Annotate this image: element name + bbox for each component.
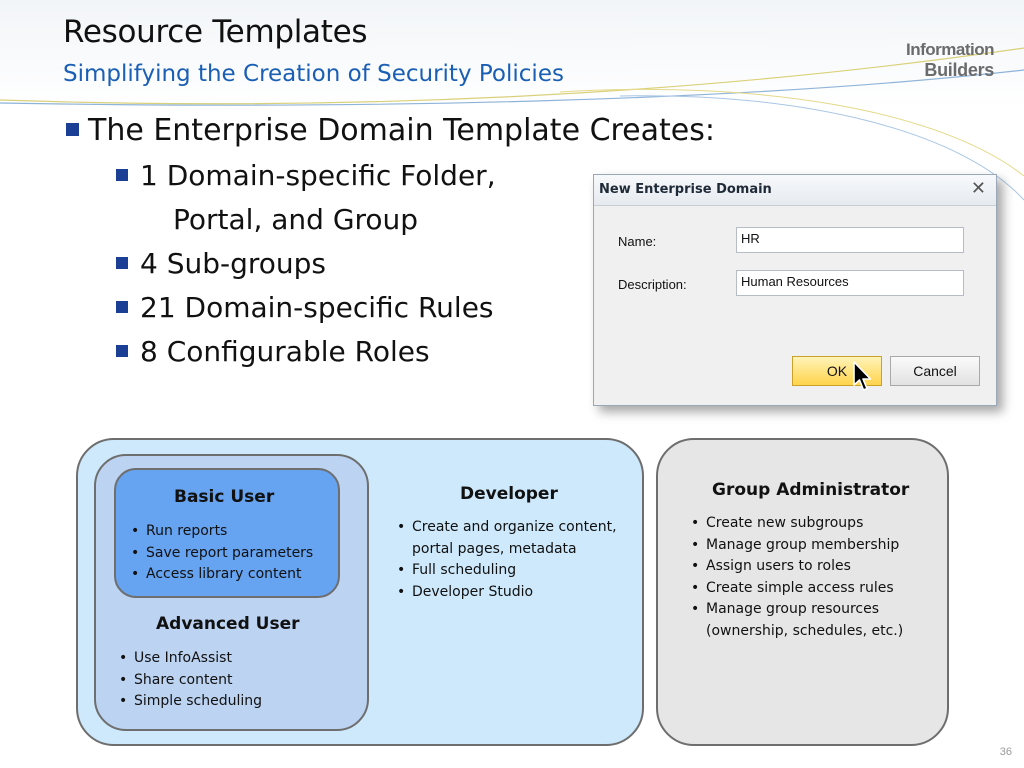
slide-title: Resource Templates — [63, 14, 368, 50]
bullet-square-icon — [116, 345, 128, 357]
bullet-item-text: 4 Sub-groups — [140, 247, 327, 280]
bullet-item-text: 8 Configurable Roles — [140, 335, 430, 368]
name-input[interactable]: HR — [736, 227, 964, 253]
bullet-square-icon — [116, 169, 128, 181]
dialog-title: New Enterprise Domain — [599, 182, 772, 197]
list-item: Developer Studio — [396, 582, 617, 604]
group-administrator-role-box: Group Administrator Create new subgroups… — [656, 438, 949, 746]
bullet-square-icon — [116, 257, 128, 269]
group-administrator-permission-list: Create new subgroups Manage group member… — [690, 513, 903, 642]
mouse-pointer-icon — [853, 361, 872, 391]
list-item: Use InfoAssist — [118, 648, 262, 670]
cancel-button[interactable]: Cancel — [890, 356, 980, 386]
list-item: Assign users to roles — [690, 556, 903, 578]
description-label: Description: — [618, 277, 687, 292]
bullet-item-continuation: Portal, and Group — [173, 203, 419, 236]
close-icon[interactable]: ✕ — [971, 179, 986, 199]
basic-user-permission-list: Run reports Save report parameters Acces… — [130, 521, 313, 586]
advanced-user-title: Advanced User — [156, 614, 300, 634]
name-label: Name: — [618, 234, 657, 249]
logo-line-1: Information — [906, 40, 995, 59]
bullet-item-text: 21 Domain-specific Rules — [140, 291, 494, 324]
new-enterprise-domain-dialog: New Enterprise Domain ✕ Name: HR Descrip… — [593, 174, 997, 406]
list-item: Create simple access rules — [690, 578, 903, 600]
logo-line-2: Builders — [924, 60, 994, 80]
basic-user-title: Basic User — [174, 487, 275, 507]
list-item: Manage group resources — [690, 599, 903, 621]
advanced-user-permission-list: Use InfoAssist Share content Simple sche… — [118, 648, 262, 713]
bullet-list: The Enterprise Domain Template Creates: … — [66, 113, 715, 377]
list-item: Share content — [118, 670, 262, 692]
corner-patch — [958, 670, 1024, 768]
list-item: Access library content — [130, 564, 313, 586]
developer-title: Developer — [460, 484, 558, 504]
group-administrator-title: Group Administrator — [712, 480, 910, 500]
list-item: Create new subgroups — [690, 513, 903, 535]
bullet-square-icon — [66, 123, 79, 136]
list-item: Create and organize content, — [396, 517, 617, 539]
company-logo: Information Builders — [906, 40, 995, 80]
developer-permission-list: Create and organize content, portal page… — [396, 517, 617, 603]
list-item: Save report parameters — [130, 543, 313, 565]
description-input[interactable]: Human Resources — [736, 270, 964, 296]
bullet-square-icon — [116, 301, 128, 313]
slide-subtitle: Simplifying the Creation of Security Pol… — [63, 61, 564, 87]
list-item: Manage group membership — [690, 535, 903, 557]
list-item-continuation: portal pages, metadata — [412, 540, 577, 557]
list-item: Run reports — [130, 521, 313, 543]
basic-user-role-box: Basic User Run reports Save report param… — [114, 468, 340, 598]
bullet-item-text: 1 Domain-specific Folder, — [140, 159, 496, 192]
list-item: Full scheduling — [396, 560, 617, 582]
dialog-title-bar[interactable]: New Enterprise Domain ✕ — [594, 175, 996, 206]
list-item-continuation: (ownership, schedules, etc.) — [706, 622, 904, 639]
bullet-main: The Enterprise Domain Template Creates: — [66, 113, 715, 157]
list-item: Simple scheduling — [118, 691, 262, 713]
page-number: 36 — [999, 746, 1012, 758]
bullet-main-text: The Enterprise Domain Template Creates: — [88, 113, 715, 148]
